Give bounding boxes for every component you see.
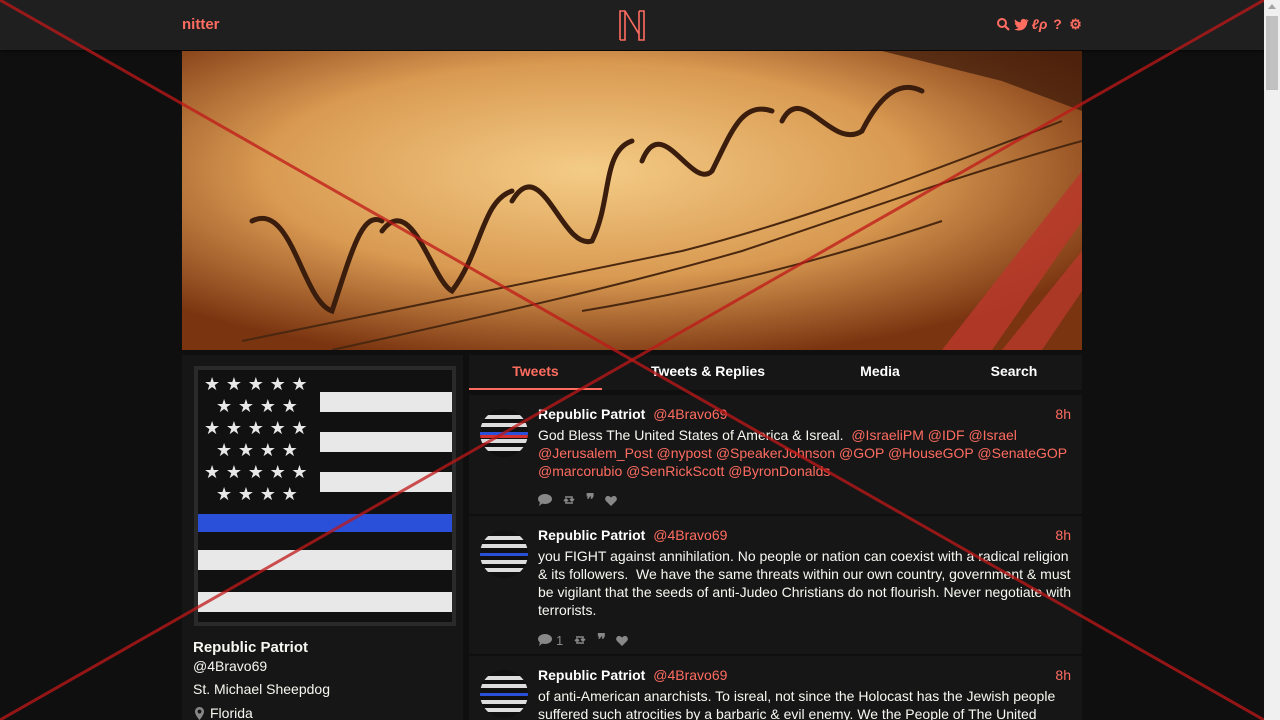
profile-bio: St. Michael Sheepdog: [193, 681, 330, 697]
svg-text:★ ★ ★ ★ ★: ★ ★ ★ ★ ★: [204, 374, 308, 395]
tab-media[interactable]: Media: [814, 355, 946, 390]
page-scrollbar[interactable]: [1264, 0, 1280, 720]
reply-stat[interactable]: 1: [538, 633, 563, 648]
tweet-avatar[interactable]: [480, 530, 528, 578]
reply-icon: [538, 634, 552, 646]
tweet-username[interactable]: @4Bravo69: [653, 527, 727, 543]
like-icon[interactable]: [604, 495, 617, 506]
profile-banner[interactable]: [182, 51, 1082, 350]
svg-text:★ ★ ★ ★: ★ ★ ★ ★: [216, 484, 298, 505]
lp-icon[interactable]: ℓρ: [1032, 14, 1048, 34]
scroll-up-arrow-icon[interactable]: [1268, 4, 1276, 9]
scrollbar-thumb[interactable]: [1266, 16, 1278, 90]
tab-tweets[interactable]: Tweets: [469, 355, 602, 390]
tweet-username[interactable]: @4Bravo69: [653, 667, 727, 683]
tweet-fullname[interactable]: Republic Patriot: [538, 527, 645, 543]
tweet-date[interactable]: 8h: [1055, 667, 1071, 683]
flag-avatar-image: [480, 670, 528, 718]
reply-icon[interactable]: [538, 494, 552, 506]
svg-text:★ ★ ★ ★: ★ ★ ★ ★: [216, 440, 298, 461]
tweet-item[interactable]: Republic Patriot @4Bravo69 8h God Bless …: [469, 395, 1082, 516]
profile-card: ★ ★ ★ ★ ★ ★ ★ ★ ★ ★ ★ ★ ★ ★ ★ ★ ★ ★ ★ ★ …: [182, 355, 463, 720]
flag-avatar-image: [480, 530, 528, 578]
tweet-text: God Bless The United States of America &…: [538, 427, 852, 443]
nitter-logo[interactable]: [617, 8, 647, 42]
location-text: Florida: [210, 705, 253, 720]
svg-text:★ ★ ★ ★ ★: ★ ★ ★ ★ ★: [204, 462, 308, 483]
timeline: Republic Patriot @4Bravo69 8h God Bless …: [469, 395, 1082, 720]
tweet-item[interactable]: Republic Patriot @4Bravo69 8h of anti-Am…: [469, 656, 1082, 720]
quote-icon[interactable]: ❞: [586, 490, 595, 510]
retweet-icon[interactable]: [573, 635, 587, 645]
svg-text:★ ★ ★ ★ ★: ★ ★ ★ ★ ★: [204, 418, 308, 439]
thin-blue-line-flag-image: ★ ★ ★ ★ ★ ★ ★ ★ ★ ★ ★ ★ ★ ★ ★ ★ ★ ★ ★ ★ …: [198, 370, 452, 622]
banner-image: [182, 51, 1082, 350]
search-icon[interactable]: [996, 14, 1011, 34]
flag-avatar-image: [480, 409, 528, 457]
top-navbar: nitter ℓρ ? ⚙: [0, 0, 1264, 50]
profile-location: Florida: [195, 705, 253, 720]
tweet-date[interactable]: 8h: [1055, 406, 1071, 422]
location-pin-icon: [195, 706, 204, 720]
retweet-icon[interactable]: [562, 495, 576, 505]
svg-text:★ ★ ★ ★: ★ ★ ★ ★: [216, 396, 298, 417]
tweet-text: you FIGHT against annihilation. No peopl…: [538, 548, 1075, 618]
tweet-fullname[interactable]: Republic Patriot: [538, 406, 645, 422]
tweet-header: Republic Patriot @4Bravo69: [538, 406, 727, 422]
twitter-bird-icon[interactable]: [1014, 14, 1029, 34]
tweet-item[interactable]: Republic Patriot @4Bravo69 8h you FIGHT …: [469, 516, 1082, 656]
timeline-tabs: Tweets Tweets & Replies Media Search: [469, 355, 1082, 390]
help-icon[interactable]: ?: [1050, 14, 1065, 34]
tweet-avatar[interactable]: [480, 670, 528, 718]
tweet-text: of anti-American anarchists. To isreal, …: [538, 688, 1056, 720]
tweet-header: Republic Patriot @4Bravo69: [538, 527, 727, 543]
brand-link[interactable]: nitter: [182, 16, 220, 33]
tab-search[interactable]: Search: [946, 355, 1082, 390]
tweet-stats: ❞: [538, 490, 617, 510]
like-icon[interactable]: [616, 635, 628, 646]
profile-avatar[interactable]: ★ ★ ★ ★ ★ ★ ★ ★ ★ ★ ★ ★ ★ ★ ★ ★ ★ ★ ★ ★ …: [194, 366, 456, 626]
tweet-fullname[interactable]: Republic Patriot: [538, 667, 645, 683]
tweet-avatar[interactable]: [480, 409, 528, 457]
quote-icon[interactable]: ❞: [597, 630, 606, 650]
tweet-username[interactable]: @4Bravo69: [653, 406, 727, 422]
tweet-content: God Bless The United States of America &…: [538, 426, 1073, 480]
profile-fullname[interactable]: Republic Patriot: [193, 639, 308, 656]
tweet-stats: 1 ❞: [538, 630, 628, 650]
reply-count: 1: [556, 632, 564, 648]
profile-username[interactable]: @4Bravo69: [193, 658, 267, 674]
nav-icons: ℓρ ? ⚙: [996, 14, 1083, 34]
tweet-header: Republic Patriot @4Bravo69: [538, 667, 727, 683]
tab-tweets-replies[interactable]: Tweets & Replies: [602, 355, 814, 390]
gear-icon[interactable]: ⚙: [1068, 14, 1083, 34]
tweet-date[interactable]: 8h: [1055, 527, 1071, 543]
